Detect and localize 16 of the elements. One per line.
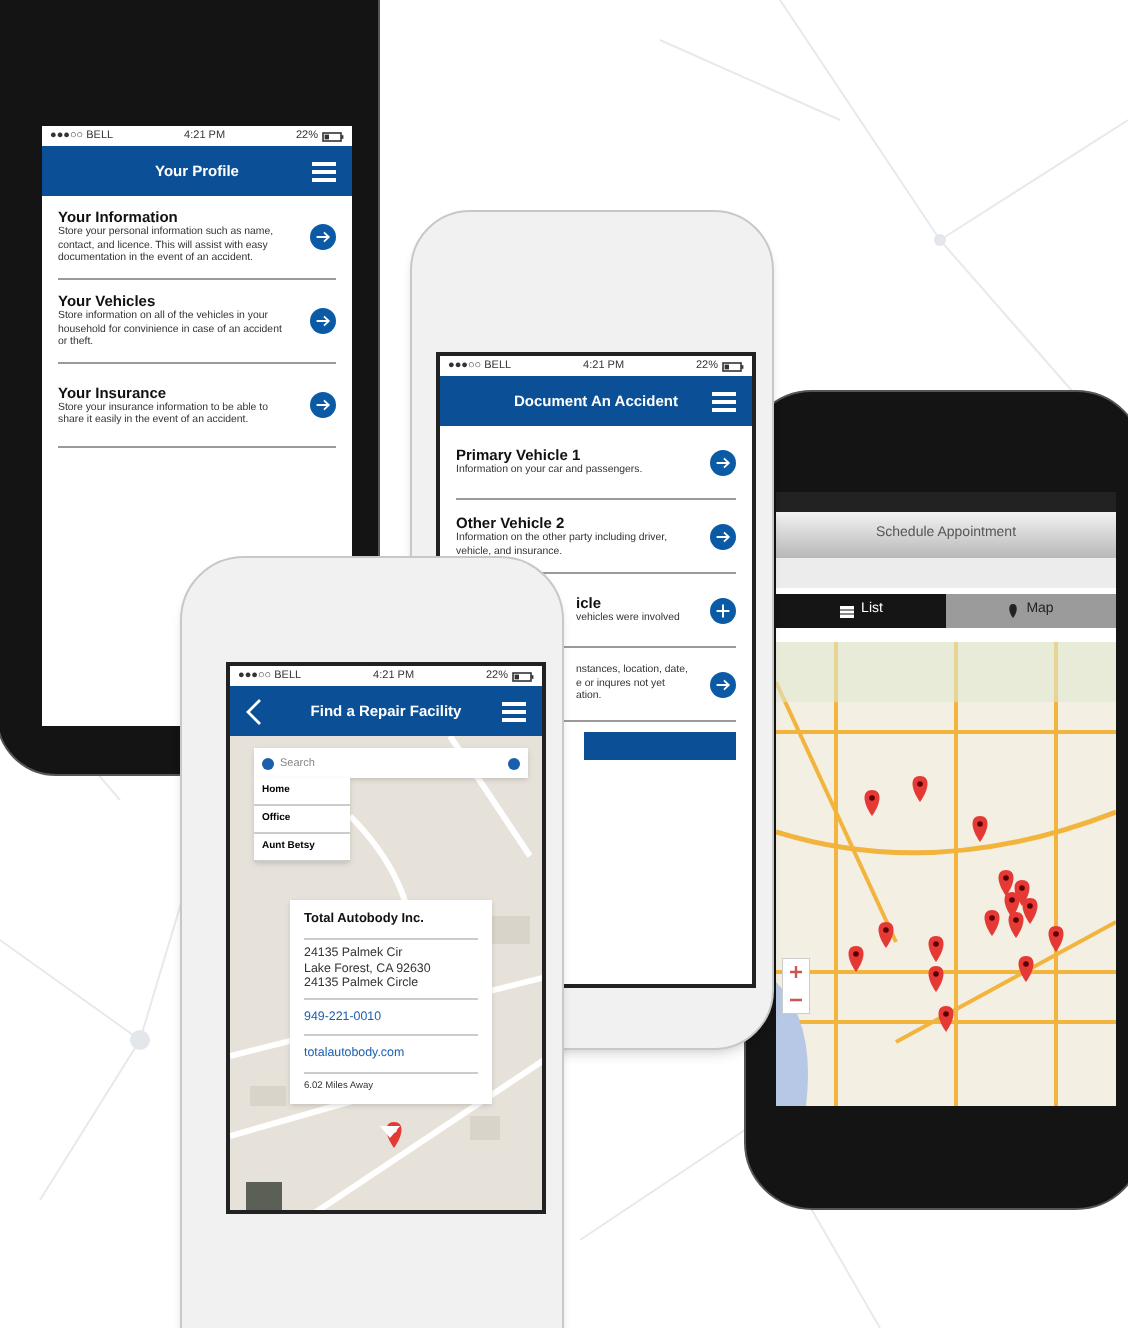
list-icon bbox=[839, 605, 854, 617]
search-icon bbox=[262, 757, 274, 769]
zoom-control-icon[interactable] bbox=[782, 958, 810, 1014]
add-icon[interactable] bbox=[710, 597, 736, 623]
battery-icon bbox=[512, 671, 534, 681]
menu-icon[interactable] bbox=[502, 702, 526, 722]
menu-icon[interactable] bbox=[712, 392, 736, 412]
location-icon[interactable] bbox=[508, 757, 520, 769]
menu-icon[interactable] bbox=[312, 162, 336, 182]
map-drawing[interactable] bbox=[776, 642, 1116, 1106]
battery-icon bbox=[722, 361, 744, 371]
callout-pointer-icon bbox=[380, 1126, 400, 1138]
pin-icon bbox=[1008, 604, 1019, 618]
satellite-thumbnail-placeholder[interactable] bbox=[246, 1182, 282, 1210]
battery-icon bbox=[322, 131, 344, 141]
back-icon[interactable] bbox=[246, 698, 262, 726]
